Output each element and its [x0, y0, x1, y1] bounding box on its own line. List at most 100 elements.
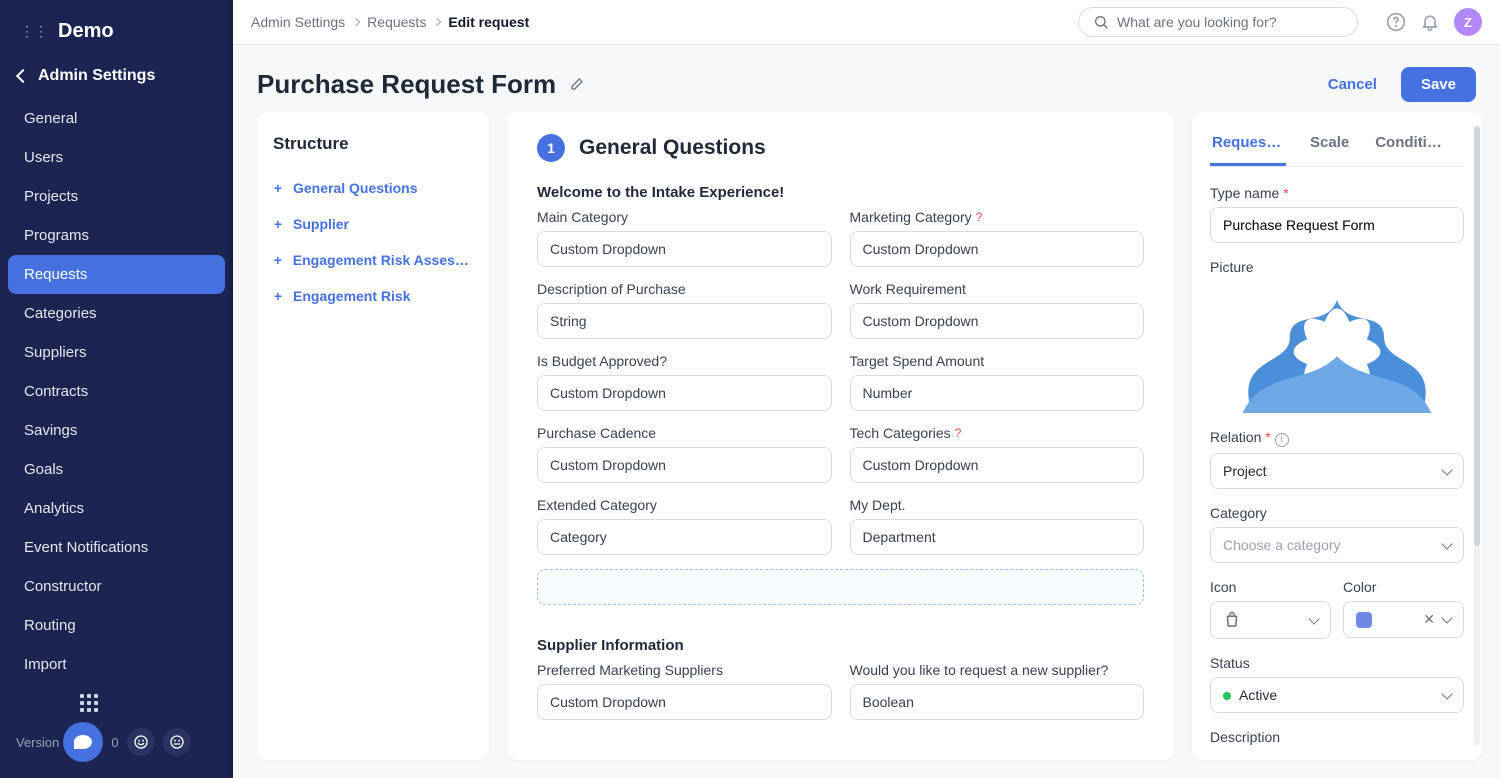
sidebar-item-event-notifications[interactable]: Event Notifications — [8, 528, 225, 567]
picture-label: Picture — [1210, 259, 1464, 275]
avatar-initial: Z — [1464, 15, 1472, 30]
structure-item-supplier[interactable]: + Supplier — [273, 206, 473, 242]
details-scrollbar[interactable] — [1474, 126, 1480, 746]
sidebar-item-categories[interactable]: Categories — [8, 294, 225, 333]
field-label: Main Category — [537, 209, 832, 225]
page-title: Purchase Request Form — [257, 69, 556, 100]
chevron-down-icon — [1441, 464, 1452, 475]
fields-supplier: Preferred Marketing SuppliersCustom Drop… — [537, 662, 1144, 720]
sidebar-item-analytics[interactable]: Analytics — [8, 489, 225, 528]
help-button[interactable] — [1386, 12, 1406, 32]
form-field[interactable]: Marketing Category ?Custom Dropdown — [850, 209, 1145, 267]
info-icon[interactable]: i — [1275, 433, 1289, 447]
category-select[interactable]: Choose a category — [1210, 527, 1464, 563]
sidebar-item-savings[interactable]: Savings — [8, 411, 225, 450]
chevron-down-icon — [1308, 613, 1319, 624]
fields-welcome: Main CategoryCustom DropdownMarketing Ca… — [537, 209, 1144, 605]
color-label: Color — [1343, 579, 1464, 595]
topbar: Admin Settings Requests Edit request Wha… — [233, 0, 1500, 45]
sidebar-item-general[interactable]: General — [8, 99, 225, 138]
structure-item-engagement-risk-assessment[interactable]: + Engagement Risk Assess… — [273, 242, 473, 278]
field-type-value: Category — [537, 519, 832, 555]
sidebar-nav: General Users Projects Programs Requests… — [0, 99, 233, 684]
form-field[interactable]: Tech Categories ?Custom Dropdown — [850, 425, 1145, 483]
field-help-icon[interactable]: ? — [976, 210, 983, 224]
icon-label: Icon — [1210, 579, 1331, 595]
brand-name: Demo — [58, 20, 114, 43]
sidebar-item-import[interactable]: Import — [8, 645, 225, 684]
sidebar-resize-handle[interactable] — [225, 0, 233, 778]
form-field[interactable]: Target Spend AmountNumber — [850, 353, 1145, 411]
field-dropzone[interactable] — [537, 569, 1144, 605]
structure-item-general-questions[interactable]: + General Questions — [273, 170, 473, 206]
field-type-value: Custom Dropdown — [537, 375, 832, 411]
tab-scale[interactable]: Scale — [1308, 124, 1351, 166]
color-select[interactable]: ✕ — [1343, 601, 1464, 638]
sidebar-back-label: Admin Settings — [38, 67, 155, 85]
cancel-button[interactable]: Cancel — [1318, 68, 1387, 101]
structure-item-label: General Questions — [293, 180, 417, 196]
color-swatch — [1356, 612, 1372, 628]
field-type-value: Custom Dropdown — [850, 447, 1145, 483]
edit-title-button[interactable] — [568, 77, 584, 93]
type-name-input[interactable] — [1210, 207, 1464, 243]
clear-color-button[interactable]: ✕ — [1423, 611, 1435, 628]
relation-select[interactable]: Project — [1210, 453, 1464, 489]
form-field[interactable]: Extended Category Category — [537, 497, 832, 555]
form-field[interactable]: Is Budget Approved? Custom Dropdown — [537, 353, 832, 411]
sidebar-item-requests[interactable]: Requests — [8, 255, 225, 294]
scrollbar-thumb[interactable] — [1474, 126, 1480, 546]
field-label: Is Budget Approved? — [537, 353, 832, 369]
chevron-down-icon — [1441, 538, 1452, 549]
sidebar-item-goals[interactable]: Goals — [8, 450, 225, 489]
shopping-bag-icon — [1223, 611, 1241, 629]
main: Admin Settings Requests Edit request Wha… — [233, 0, 1500, 778]
details-tabs: Request settings Scale Conditions — [1210, 124, 1464, 167]
section-title: General Questions — [579, 136, 766, 160]
apps-grid-icon[interactable] — [80, 694, 98, 712]
form-field[interactable]: Preferred Marketing SuppliersCustom Drop… — [537, 662, 832, 720]
status-select[interactable]: Active — [1210, 677, 1464, 713]
feedback-neutral-button[interactable] — [163, 728, 191, 756]
sidebar-item-users[interactable]: Users — [8, 138, 225, 177]
sidebar-item-routing[interactable]: Routing — [8, 606, 225, 645]
sidebar-item-projects[interactable]: Projects — [8, 177, 225, 216]
field-type-value: Custom Dropdown — [537, 684, 832, 720]
brand-menu-icon[interactable]: ⋮⋮ — [20, 23, 48, 40]
form-field[interactable]: Work RequirementCustom Dropdown — [850, 281, 1145, 339]
field-type-value: Department — [850, 519, 1145, 555]
status-dot-icon — [1223, 692, 1231, 700]
tab-conditions[interactable]: Conditions — [1373, 124, 1449, 166]
icon-select[interactable] — [1210, 601, 1331, 639]
form-field[interactable]: Main CategoryCustom Dropdown — [537, 209, 832, 267]
notifications-button[interactable] — [1420, 12, 1440, 32]
field-type-value: Custom Dropdown — [850, 231, 1145, 267]
chevron-down-icon — [1441, 612, 1452, 623]
crumb-requests[interactable]: Requests — [367, 14, 426, 30]
sidebar-back[interactable]: Admin Settings — [0, 53, 233, 99]
version-suffix: 0 — [111, 735, 118, 750]
sidebar-item-contracts[interactable]: Contracts — [8, 372, 225, 411]
form-field[interactable]: Would you like to request a new supplier… — [850, 662, 1145, 720]
form-field[interactable]: Description of PurchaseString — [537, 281, 832, 339]
field-type-value: Custom Dropdown — [537, 447, 832, 483]
picture-preview[interactable] — [1210, 281, 1464, 413]
save-button[interactable]: Save — [1401, 67, 1476, 102]
sidebar-item-suppliers[interactable]: Suppliers — [8, 333, 225, 372]
structure-item-engagement-risk[interactable]: + Engagement Risk — [273, 278, 473, 314]
form-field[interactable]: Purchase CadenceCustom Dropdown — [537, 425, 832, 483]
sidebar-item-programs[interactable]: Programs — [8, 216, 225, 255]
avatar[interactable]: Z — [1454, 8, 1482, 36]
field-help-icon[interactable]: ? — [955, 426, 962, 440]
editor-panel: 1 General Questions Welcome to the Intak… — [507, 112, 1174, 760]
structure-item-label: Engagement Risk — [293, 288, 410, 304]
sidebar-item-constructor[interactable]: Constructor — [8, 567, 225, 606]
form-field[interactable]: My Dept. Department — [850, 497, 1145, 555]
field-label: Extended Category — [537, 497, 832, 513]
crumb-admin-settings[interactable]: Admin Settings — [251, 14, 345, 30]
tab-request-settings[interactable]: Request settings — [1210, 124, 1286, 166]
feedback-happy-button[interactable] — [127, 728, 155, 756]
search-input[interactable]: What are you looking for? — [1078, 7, 1358, 37]
chat-launcher[interactable] — [63, 722, 103, 762]
field-label: My Dept. — [850, 497, 1145, 513]
